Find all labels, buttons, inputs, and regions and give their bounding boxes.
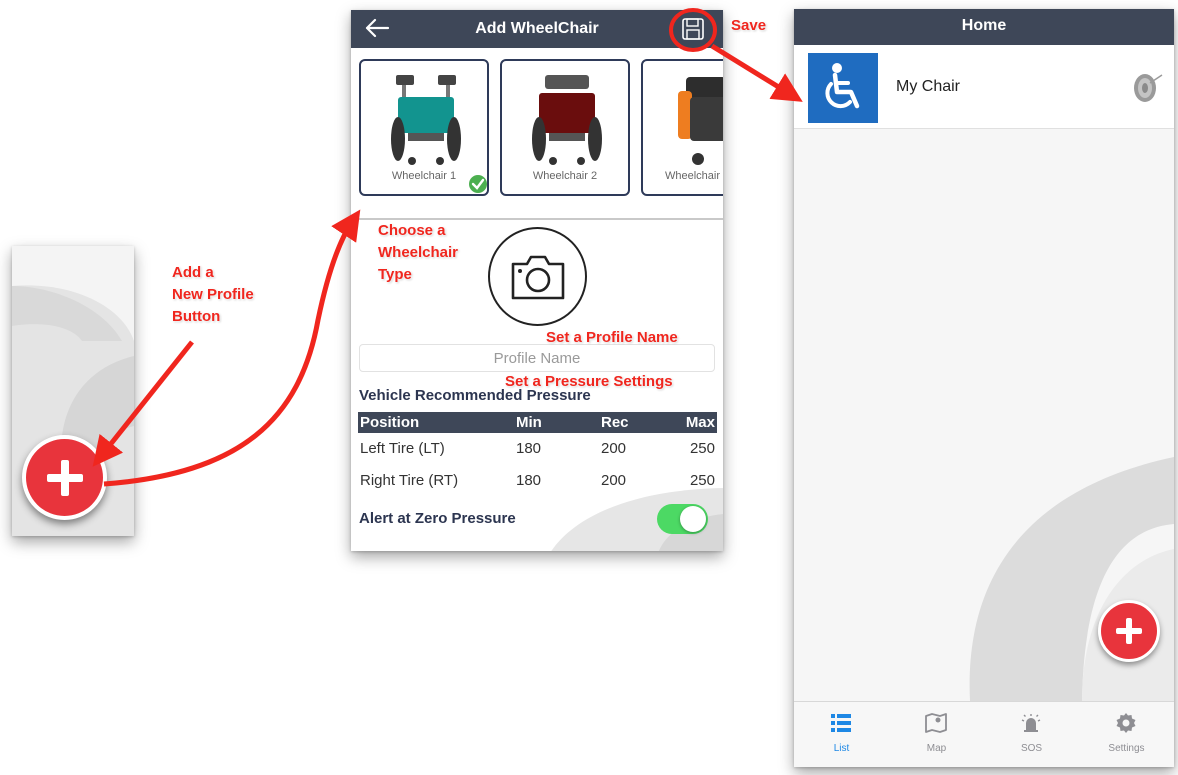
table-cell[interactable]: 180 [516, 433, 541, 465]
alarm-icon [1021, 714, 1041, 732]
camera-icon [511, 255, 564, 299]
brand-swoosh-graphic [969, 457, 1174, 701]
wheelchair-image [678, 77, 723, 165]
avatar [808, 53, 878, 123]
tab-label: SOS [1020, 743, 1043, 754]
toggle-knob [680, 506, 706, 532]
alert-zero-pressure-label: Alert at Zero Pressure [359, 510, 516, 527]
tab-label: Map [926, 743, 947, 754]
add-profile-fab[interactable] [1098, 600, 1160, 662]
table-header: Position Min Rec Max [358, 412, 717, 433]
wheelchair-option-3[interactable]: Wheelchair 3 [641, 59, 723, 196]
column-header: Position [360, 414, 420, 431]
home-header: Home [794, 9, 1174, 45]
page-title: Add WheelChair [475, 20, 599, 37]
table-cell: Left Tire (LT) [360, 440, 445, 457]
column-header: Max [685, 414, 715, 431]
map-icon [925, 713, 947, 733]
tab-settings[interactable]: Settings [1079, 702, 1174, 767]
tire-icon[interactable] [1130, 71, 1164, 105]
list-icon [831, 714, 851, 732]
save-button[interactable] [681, 17, 705, 41]
table-cell[interactable]: 250 [690, 433, 715, 465]
annotation-add-profile: Add a New Profile Button [172, 264, 254, 325]
annotation-save: Save [731, 17, 767, 34]
column-header: Min [516, 414, 542, 431]
annotation-set-pressure: Set a Pressure Settings [505, 373, 673, 390]
wheelchair-option-label: Wheelchair 3 [665, 170, 723, 182]
wheelchair-option-1[interactable]: Wheelchair 1 [359, 59, 489, 196]
plus-icon [46, 459, 83, 496]
annotation-choose-type: Choose a Wheelchair Type [378, 222, 459, 283]
annotation-set-profile-name: Set a Profile Name [546, 329, 678, 346]
plus-icon [1116, 618, 1142, 644]
table-cell[interactable]: 180 [516, 465, 541, 497]
left-fab-panel [12, 246, 134, 536]
tab-bar: List Map SOS Settings [794, 701, 1174, 767]
home-screen: Home My Chair List Map SOS Settings [794, 9, 1174, 767]
page-title: Home [961, 17, 1007, 34]
tab-list[interactable]: List [794, 702, 889, 767]
tab-label: Settings [1108, 743, 1145, 754]
alert-zero-pressure-toggle[interactable] [657, 504, 708, 534]
wheelchair-type-carousel[interactable]: Wheelchair 1 Wheelchair 2 Wheelchair 3 [351, 56, 723, 220]
profile-photo-button[interactable] [488, 227, 587, 326]
table-row[interactable]: Left Tire (LT) 180 200 250 [358, 433, 717, 465]
add-wheelchair-header: Add WheelChair [351, 10, 723, 48]
table-cell: Right Tire (RT) [360, 472, 459, 489]
wheelchair-icon [825, 63, 860, 109]
tab-map[interactable]: Map [889, 702, 984, 767]
wheelchair-option-label: Wheelchair 2 [532, 170, 598, 182]
tab-label: List [833, 743, 850, 754]
list-item[interactable]: My Chair [794, 45, 1174, 129]
wheelchair-image [532, 75, 602, 165]
column-header: Rec [601, 414, 629, 431]
floppy-disk-icon [682, 18, 704, 40]
add-profile-fab[interactable] [22, 435, 107, 520]
gear-icon [1116, 713, 1136, 733]
tab-sos[interactable]: SOS [984, 702, 1079, 767]
chair-name: My Chair [896, 78, 961, 95]
selected-check-icon [467, 173, 487, 194]
wheelchair-option-2[interactable]: Wheelchair 2 [500, 59, 630, 196]
table-cell[interactable]: 200 [601, 433, 626, 465]
wheelchair-image [391, 75, 461, 165]
